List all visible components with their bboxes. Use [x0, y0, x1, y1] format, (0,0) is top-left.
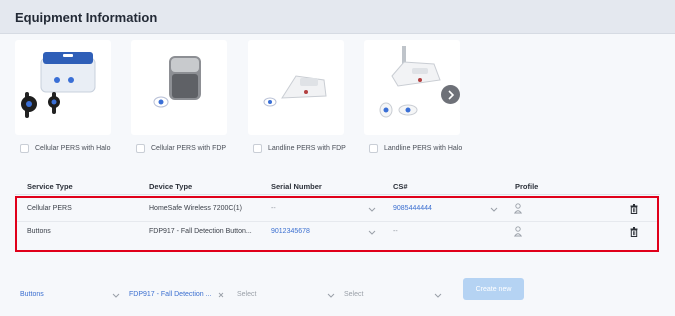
card-option-cellular-fdp[interactable]: Cellular PERS with FDP — [136, 141, 226, 155]
equipment-card-cellular-fdp[interactable] — [131, 40, 227, 135]
chevron-right-icon — [447, 89, 454, 100]
card-option-landline-fdp[interactable]: Landline PERS with FDP — [253, 141, 346, 155]
col-header-profile: Profile — [515, 182, 539, 191]
card-option-cellular-halo[interactable]: Cellular PERS with Halo — [20, 141, 110, 155]
cellular-fdp-device-image — [153, 56, 201, 108]
col-header-service-type: Service Type — [27, 182, 73, 191]
add-row-select-2[interactable]: Select — [344, 291, 363, 298]
equipment-card-cellular-halo[interactable] — [15, 40, 111, 135]
cellular-fdp-checkbox[interactable] — [136, 143, 145, 153]
section-title: Equipment Information — [15, 10, 158, 25]
landline-halo-label: Landline PERS with Halo — [384, 144, 463, 152]
card-option-landline-halo[interactable]: Landline PERS with Halo — [369, 141, 462, 155]
cellular-halo-checkbox[interactable] — [20, 143, 29, 153]
carousel-next-button[interactable] — [441, 85, 460, 104]
cellular-halo-device-image — [21, 52, 96, 118]
add-row-device-type[interactable]: FDP917 - Fall Detection ... — [129, 291, 211, 298]
create-new-button[interactable]: Create new — [463, 278, 524, 300]
table-header-divider — [15, 194, 660, 195]
chevron-down-icon[interactable] — [112, 293, 120, 299]
add-row-service-type[interactable]: Buttons — [20, 291, 44, 298]
col-header-cs-number: CS# — [393, 182, 408, 191]
landline-halo-checkbox[interactable] — [369, 143, 378, 153]
landline-fdp-checkbox[interactable] — [253, 143, 262, 153]
chevron-down-icon[interactable] — [327, 293, 335, 299]
landline-fdp-label: Landline PERS with FDP — [268, 144, 346, 152]
landline-fdp-device-image — [263, 75, 327, 107]
section-header: Equipment Information — [0, 0, 675, 34]
equipment-card-landline-fdp[interactable] — [248, 40, 344, 135]
cellular-halo-label: Cellular PERS with Halo — [35, 144, 111, 152]
chevron-down-icon[interactable] — [434, 293, 442, 299]
add-row-select-1[interactable]: Select — [237, 291, 256, 298]
highlight-annotation-box — [15, 196, 659, 252]
close-icon[interactable] — [218, 292, 224, 298]
cellular-fdp-label: Cellular PERS with FDP — [151, 144, 227, 152]
col-header-serial-number: Serial Number — [271, 182, 322, 191]
col-header-device-type: Device Type — [149, 182, 193, 191]
